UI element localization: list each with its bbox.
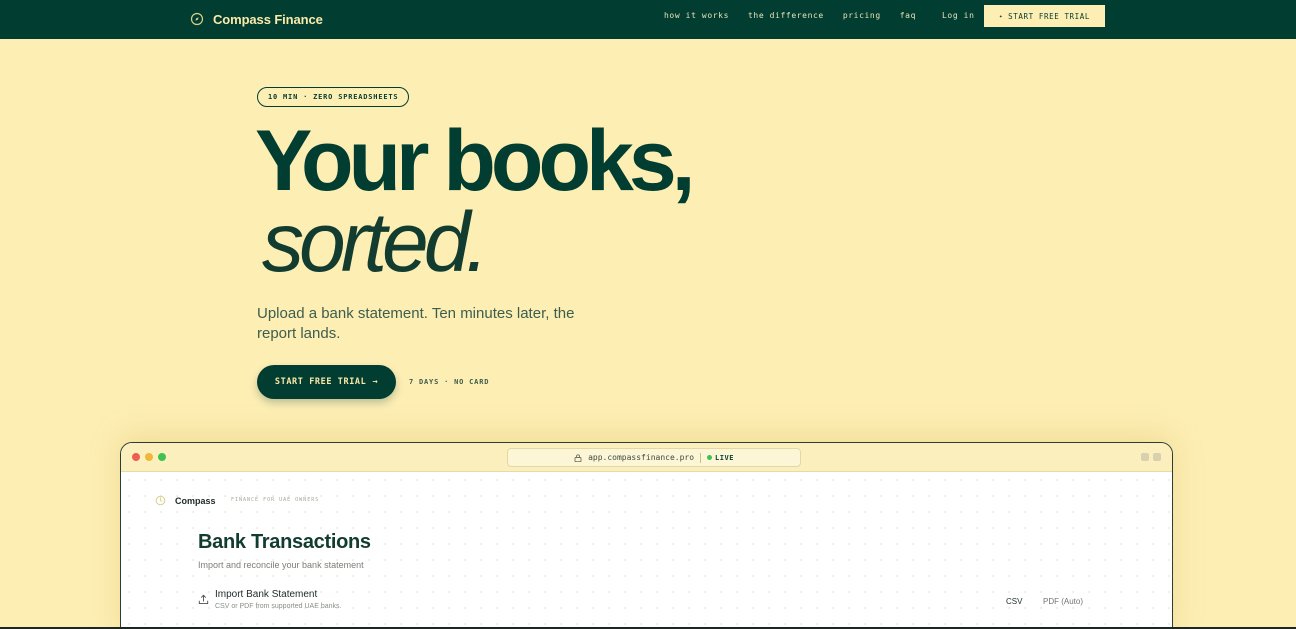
- browser-chrome: app.compassfinance.pro LIVE: [121, 443, 1172, 472]
- app-tagline: FINANCE FOR UAE OWNERS: [231, 497, 320, 503]
- url-text: app.compassfinance.pro: [588, 453, 695, 462]
- top-nav: Compass Finance how it works the differe…: [0, 0, 1296, 39]
- import-bank-statement-subtitle: CSV or PDF from supported UAE banks.: [215, 603, 342, 610]
- hero-start-trial-button[interactable]: START FREE TRIAL →: [257, 365, 396, 399]
- trial-note: 7 DAYS · NO CARD: [409, 378, 490, 386]
- upload-icon: [198, 594, 209, 605]
- nav-start-trial-button[interactable]: ✦ START FREE TRIAL: [984, 5, 1105, 27]
- brand-name: Compass Finance: [213, 11, 323, 27]
- page-title: Bank Transactions: [198, 531, 371, 553]
- nav-links: how it works the difference pricing faq: [664, 0, 935, 31]
- hero-start-trial-label: START FREE TRIAL: [274, 377, 367, 387]
- browser-mockup: app.compassfinance.pro LIVE Compass FINA…: [120, 442, 1173, 629]
- arrow-right-icon: →: [372, 377, 379, 387]
- hero-pill: 10 MIN · ZERO SPREADSHEETS: [257, 87, 410, 107]
- window-close-dot: [132, 453, 140, 461]
- live-dot-icon: [707, 455, 713, 460]
- nav-start-trial-label: START FREE TRIAL: [1008, 11, 1091, 21]
- compass-icon: [190, 12, 204, 26]
- live-label: LIVE: [715, 453, 734, 462]
- nav-link-how-it-works[interactable]: how it works: [664, 11, 729, 20]
- import-bank-statement-title[interactable]: Import Bank Statement: [215, 589, 317, 600]
- app-name: Compass: [175, 496, 216, 506]
- star-icon: ✦: [998, 12, 1004, 20]
- nav-link-the-difference[interactable]: the difference: [748, 11, 824, 20]
- window-minimize-dot: [145, 453, 153, 461]
- live-badge: LIVE: [707, 454, 734, 462]
- url-bar: app.compassfinance.pro LIVE: [507, 448, 801, 467]
- page-subtitle: Import and reconcile your bank statement: [198, 560, 364, 570]
- lock-icon: [574, 453, 582, 462]
- compass-logo-icon: [155, 495, 166, 506]
- login-link[interactable]: Log in: [942, 11, 975, 20]
- nav-link-faq[interactable]: faq: [900, 11, 916, 20]
- format-option-csv[interactable]: CSV: [1006, 597, 1022, 606]
- format-option-pdf[interactable]: PDF (Auto): [1043, 597, 1083, 606]
- hero-subtitle: Upload a bank statement. Ten minutes lat…: [257, 305, 575, 342]
- hero-headline-italic: sorted.: [262, 195, 489, 289]
- hero-headline: Your books,: [255, 113, 696, 209]
- nav-link-pricing[interactable]: pricing: [843, 11, 881, 20]
- url-divider: [700, 452, 702, 463]
- app-preview: Compass FINANCE FOR UAE OWNERS Bank Tran…: [121, 472, 1172, 629]
- brand-logo[interactable]: Compass Finance: [190, 8, 323, 30]
- window-tile-icon-2: [1153, 453, 1161, 461]
- window-maximize-dot: [158, 453, 166, 461]
- window-tile-icon: [1141, 453, 1149, 461]
